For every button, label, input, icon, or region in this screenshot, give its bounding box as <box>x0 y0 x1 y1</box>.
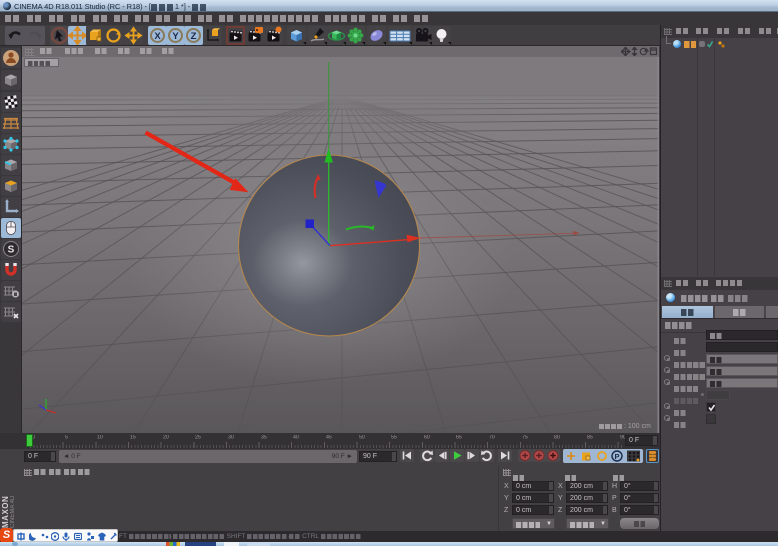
svg-text:Z: Z <box>191 31 197 42</box>
svg-text:Y: Y <box>172 31 179 42</box>
svg-text:P: P <box>614 452 619 461</box>
svg-text:S: S <box>8 245 15 256</box>
svg-text:X: X <box>154 31 161 42</box>
